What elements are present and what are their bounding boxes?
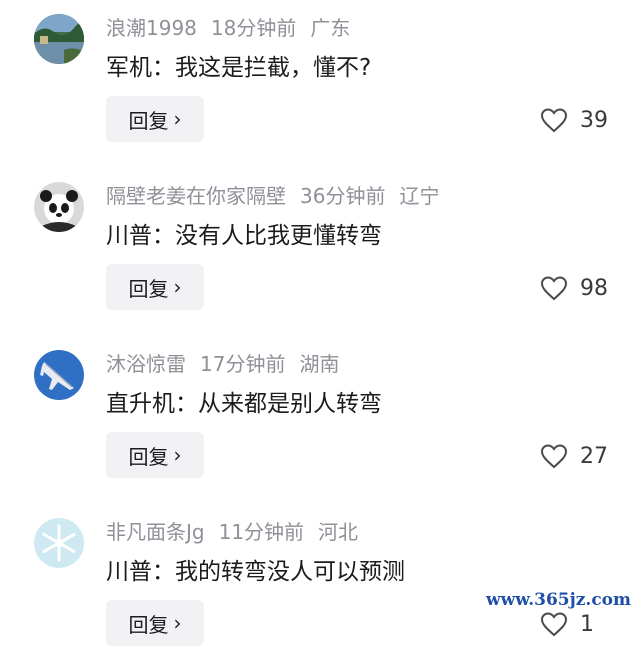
username[interactable]: 沐浴惊雷 — [106, 352, 186, 376]
like-button[interactable]: 39 — [540, 104, 608, 136]
timestamp: 18分钟前 — [210, 16, 297, 40]
chevron-right-icon: › — [173, 107, 182, 131]
comment-text: 川普：没有人比我更懂转弯 — [106, 223, 382, 249]
chevron-right-icon: › — [173, 611, 182, 635]
timestamp: 17分钟前 — [200, 352, 286, 376]
comment-text: 直升机：从来都是别人转弯 — [106, 391, 382, 417]
username[interactable]: 浪潮1998 — [106, 16, 197, 40]
heart-icon — [540, 444, 568, 469]
reply-button[interactable]: 回复 › — [106, 96, 204, 142]
avatar[interactable] — [34, 350, 84, 400]
like-count: 1 — [580, 611, 594, 637]
reply-label: 回复 — [128, 276, 169, 301]
lake-scenery-avatar — [34, 14, 84, 64]
comment-meta: 隔壁老姜在你家隔壁 36分钟前 辽宁 — [106, 182, 439, 210]
heart-icon — [540, 612, 568, 637]
watermark: www.365jz.com — [483, 590, 634, 610]
like-count: 27 — [580, 443, 608, 469]
chevron-right-icon: › — [173, 275, 182, 299]
comment-meta: 沐浴惊雷 17分钟前 湖南 — [106, 350, 339, 378]
like-count: 98 — [580, 275, 608, 301]
location: 辽宁 — [399, 184, 440, 208]
snowflake-avatar — [34, 518, 84, 568]
comment-item: 沐浴惊雷 17分钟前 湖南 直升机：从来都是别人转弯 回复 › 27 — [0, 336, 640, 504]
location: 河北 — [318, 520, 359, 544]
chevron-right-icon: › — [173, 443, 182, 467]
comment-text: 川普：我的转弯没人可以预测 — [106, 559, 405, 585]
heart-icon — [540, 108, 568, 133]
avatar[interactable] — [34, 182, 84, 232]
reply-button[interactable]: 回复 › — [106, 432, 204, 478]
fighter-jet-avatar — [34, 350, 84, 400]
timestamp: 36分钟前 — [300, 184, 386, 208]
comment-item: 隔壁老姜在你家隔壁 36分钟前 辽宁 川普：没有人比我更懂转弯 回复 › 98 — [0, 168, 640, 336]
username[interactable]: 非凡面条Jg — [106, 520, 205, 544]
avatar[interactable] — [34, 518, 84, 568]
location: 湖南 — [299, 352, 340, 376]
comment-text: 军机：我这是拦截，懂不? — [106, 55, 372, 81]
comment-item: 浪潮1998 18分钟前 广东 军机：我这是拦截，懂不? 回复 › 39 — [0, 0, 640, 168]
timestamp: 11分钟前 — [218, 520, 305, 544]
like-button[interactable]: 27 — [540, 440, 608, 472]
like-button[interactable]: 1 — [540, 608, 594, 640]
reply-button[interactable]: 回复 › — [106, 264, 204, 310]
reply-label: 回复 — [128, 444, 169, 469]
reply-label: 回复 — [128, 108, 169, 133]
like-button[interactable]: 98 — [540, 272, 608, 304]
location: 广东 — [310, 16, 351, 40]
comment-item: 非凡面条Jg 11分钟前 河北 川普：我的转弯没人可以预测 回复 › 1 — [0, 504, 640, 672]
reply-button[interactable]: 回复 › — [106, 600, 204, 646]
comment-meta: 非凡面条Jg 11分钟前 河北 — [106, 518, 358, 546]
like-count: 39 — [580, 107, 608, 133]
reply-label: 回复 — [128, 612, 169, 637]
panda-avatar — [34, 182, 84, 232]
comment-meta: 浪潮1998 18分钟前 广东 — [106, 14, 350, 42]
username[interactable]: 隔壁老姜在你家隔壁 — [106, 184, 286, 208]
avatar[interactable] — [34, 14, 84, 64]
heart-icon — [540, 276, 568, 301]
